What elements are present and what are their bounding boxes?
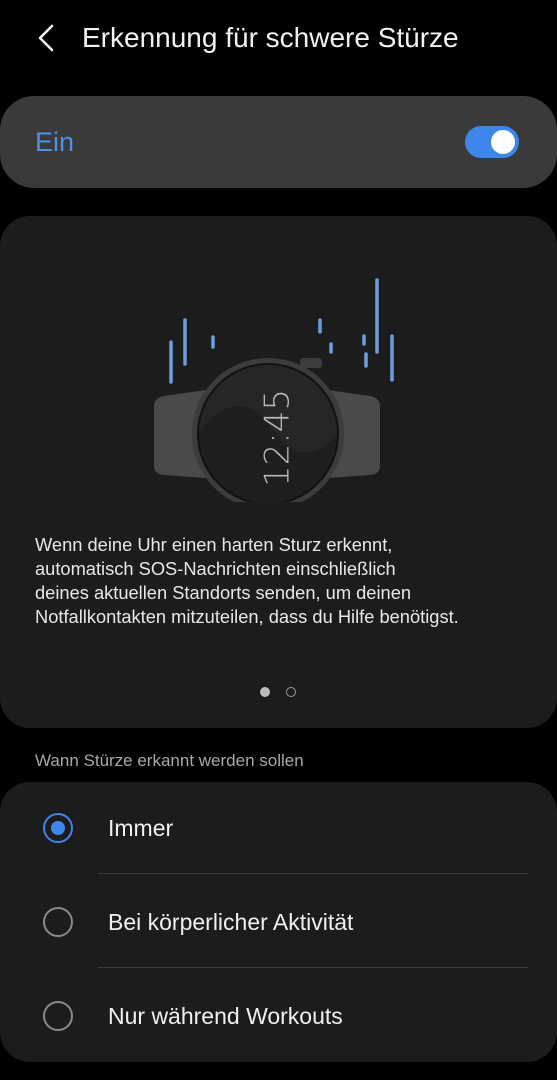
divider (98, 873, 528, 874)
description-line: deines aktuellen Standorts senden, um de… (35, 582, 412, 603)
option-label: Bei körperlicher Aktivität (108, 909, 354, 935)
chevron-left-icon (38, 24, 54, 52)
description-line: automatisch SOS-Nachrichten einschließli… (35, 558, 396, 579)
section-label: Wann Stürze erkannt werden sollen (35, 751, 304, 770)
description-line: Notfallkontakten mitzuteilen, dass du Hi… (35, 606, 459, 627)
header-bar: Erkennung für schwere Stürze (0, 0, 557, 80)
description-line: Wenn deine Uhr einen harten Sturz erkenn… (35, 534, 393, 555)
fall-detection-description: Wenn deine Uhr einen harten Sturz erkenn… (35, 533, 535, 629)
option-label: Nur während Workouts (108, 1003, 343, 1029)
page-title: Erkennung für schwere Stürze (82, 22, 459, 53)
switch-knob (491, 130, 515, 154)
divider (98, 967, 528, 968)
pager-dot-inactive[interactable] (286, 687, 296, 697)
option-bei-koerperlicher-aktivitaet[interactable]: Bei körperlicher Aktivität (0, 876, 557, 968)
master-switch[interactable] (465, 126, 519, 158)
toggle-state-label: Ein (35, 127, 75, 157)
radio-button-checked[interactable] (43, 813, 73, 843)
watch-time: 12:45 (258, 389, 298, 487)
radio-button[interactable] (43, 1001, 73, 1031)
fall-detection-illustration: 12:45 (154, 278, 394, 502)
option-immer[interactable]: Immer (0, 782, 557, 874)
back-button[interactable] (28, 18, 64, 58)
pager-dot-active[interactable] (260, 687, 270, 697)
option-nur-waehrend-workouts[interactable]: Nur während Workouts (0, 970, 557, 1062)
radio-button[interactable] (43, 907, 73, 937)
option-label: Immer (108, 815, 174, 841)
